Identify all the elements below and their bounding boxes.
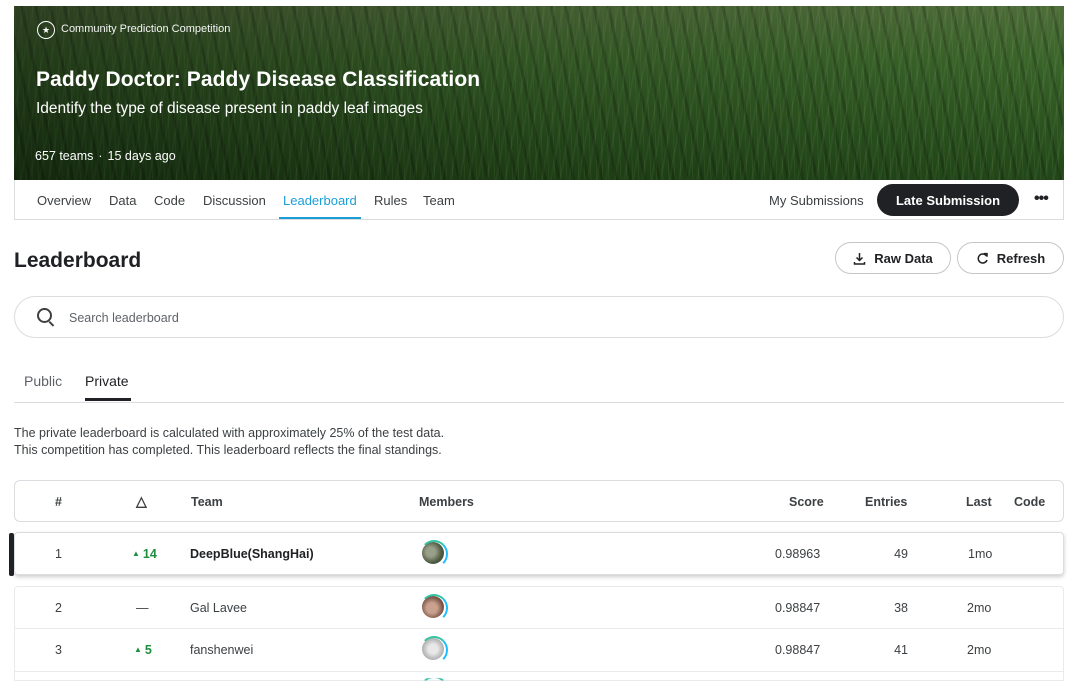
rank: 3	[55, 643, 62, 657]
table-row[interactable]	[14, 672, 1064, 681]
search-box	[14, 296, 1064, 338]
raw-data-label: Raw Data	[874, 250, 933, 266]
refresh-button[interactable]: Refresh	[957, 242, 1064, 274]
leaderboard-tabs: Public Private	[14, 362, 1064, 403]
competition-badge: Community Prediction Competition	[61, 23, 231, 35]
last-submission: 1mo	[968, 547, 993, 561]
header-score[interactable]: Score	[789, 495, 824, 509]
arrow-up-icon: ▲	[132, 549, 140, 558]
avatar[interactable]	[420, 636, 448, 664]
description-line-1: The private leaderboard is calculated wi…	[14, 426, 445, 440]
entries: 49	[894, 547, 908, 561]
raw-data-button[interactable]: Raw Data	[835, 242, 951, 274]
rank-change-value: 14	[142, 547, 157, 561]
header-entries[interactable]: Entries	[865, 495, 907, 509]
arrow-up-icon: ▲	[134, 645, 142, 654]
search-input[interactable]	[67, 307, 971, 329]
active-subtab-indicator	[85, 398, 131, 401]
trophy-icon: ★	[37, 21, 55, 39]
score: 0.98963	[775, 547, 821, 561]
competition-stats: 657 teams · 15 days ago	[35, 149, 176, 163]
table-row[interactable]: 3 ▲ 5 fanshenwei 0.98847 41 2mo	[14, 629, 1064, 672]
page-title: Leaderboard	[14, 249, 142, 272]
tab-leaderboard[interactable]: Leaderboard	[283, 193, 357, 208]
header-rank: #	[55, 495, 62, 509]
late-submission-button[interactable]: Late Submission	[877, 184, 1019, 216]
header-code: Code	[1014, 495, 1046, 509]
header-delta-icon: △	[136, 493, 147, 509]
my-submissions-link[interactable]: My Submissions	[769, 193, 864, 208]
leaderboard-description: The private leaderboard is calculated wi…	[14, 425, 444, 459]
team-name[interactable]: Gal Lavee	[190, 601, 247, 615]
table-header: # △ Team Members Score Entries Last Code	[14, 480, 1064, 522]
score: 0.98847	[775, 643, 821, 657]
table-row[interactable]: 1 ▲ 14 DeepBlue(ShangHai) 0.98963 49 1mo	[9, 532, 1064, 576]
competition-nav: Overview Data Code Discussion Leaderboar…	[14, 180, 1064, 220]
tab-rules[interactable]: Rules	[374, 193, 407, 208]
rank: 1	[55, 547, 62, 561]
tab-public[interactable]: Public	[24, 373, 62, 389]
header-members: Members	[419, 495, 474, 509]
table-row[interactable]: 2 — Gal Lavee 0.98847 38 2mo	[14, 586, 1064, 629]
avatar[interactable]	[420, 594, 448, 622]
tab-overview[interactable]: Overview	[37, 193, 91, 208]
rank-change-value: 5	[144, 643, 152, 657]
team-name[interactable]: DeepBlue(ShangHai)	[190, 547, 314, 561]
header-last[interactable]: Last	[966, 495, 992, 509]
rank: 2	[55, 601, 62, 615]
competition-banner: ★ Community Prediction Competition Paddy…	[14, 6, 1064, 180]
team-name[interactable]: fanshenwei	[190, 643, 253, 657]
rank-change: ▲ 5	[134, 643, 152, 657]
active-tab-indicator	[279, 217, 361, 219]
last-submission: 2mo	[967, 643, 992, 657]
tab-code[interactable]: Code	[154, 193, 185, 208]
separator: ·	[98, 149, 103, 163]
tab-discussion[interactable]: Discussion	[203, 193, 266, 208]
score: 0.98847	[775, 601, 821, 615]
entries: 41	[894, 643, 908, 657]
rank-change: ▲ 14	[132, 547, 157, 561]
teams-count: 657 teams	[35, 149, 94, 163]
tab-data[interactable]: Data	[109, 193, 136, 208]
competition-title: Paddy Doctor: Paddy Disease Classificati…	[36, 68, 481, 91]
time-ago: 15 days ago	[107, 149, 176, 163]
header-team: Team	[191, 495, 223, 509]
entries: 38	[894, 601, 908, 615]
download-icon	[853, 252, 866, 265]
competition-subtitle: Identify the type of disease present in …	[36, 100, 423, 117]
tab-team[interactable]: Team	[423, 193, 455, 208]
refresh-icon	[977, 252, 988, 264]
avatar[interactable]	[420, 540, 448, 568]
rank-change: —	[136, 601, 149, 615]
more-options-icon[interactable]: •••	[1034, 190, 1049, 208]
last-submission: 2mo	[967, 601, 992, 615]
tab-private[interactable]: Private	[85, 373, 129, 389]
description-line-2: This competition has completed. This lea…	[14, 443, 442, 457]
search-icon	[37, 308, 52, 323]
refresh-label: Refresh	[996, 250, 1046, 266]
